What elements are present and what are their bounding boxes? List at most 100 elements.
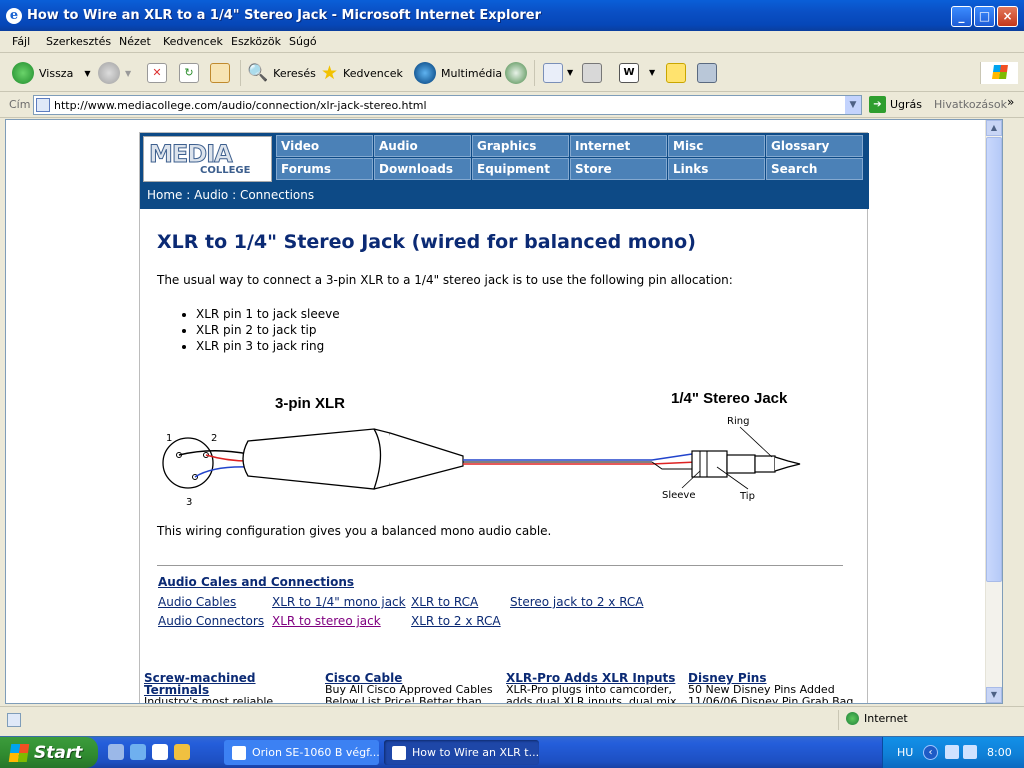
- ie-window: e How to Wire an XLR to a 1/4" Stereo Ja…: [0, 0, 1024, 736]
- minimize-button[interactable]: _: [951, 6, 972, 27]
- address-input[interactable]: http://www.mediacollege.com/audio/connec…: [33, 95, 862, 115]
- page-icon: [36, 98, 50, 112]
- clock: 8:00: [987, 746, 1012, 759]
- mail-icon[interactable]: [543, 63, 563, 83]
- desktop-icon[interactable]: [108, 744, 124, 760]
- nav-internet[interactable]: Internet: [570, 135, 667, 157]
- nav-misc[interactable]: Misc: [668, 135, 765, 157]
- volume-icon[interactable]: [963, 745, 977, 759]
- forward-dropdown-icon: ▼: [125, 68, 132, 78]
- search-button[interactable]: 🔍 Keresés: [247, 60, 316, 86]
- media-quicklaunch-icon[interactable]: [174, 744, 190, 760]
- security-zone[interactable]: Internet: [846, 712, 908, 725]
- menu-favorites[interactable]: Kedvencek: [163, 35, 223, 48]
- nav-links[interactable]: Links: [668, 158, 765, 180]
- research-icon[interactable]: [697, 63, 717, 83]
- home-icon[interactable]: [210, 63, 230, 83]
- window-title: How to Wire an XLR to a 1/4" Stereo Jack…: [27, 8, 542, 23]
- pin-1-label: 1: [166, 433, 172, 444]
- media-button[interactable]: Multimédia: [414, 60, 502, 86]
- link-xlr-rca[interactable]: XLR to RCA: [411, 595, 478, 609]
- nav-search[interactable]: Search: [766, 158, 863, 180]
- edit-dropdown-icon[interactable]: ▼: [649, 68, 655, 77]
- ie-task-icon: [232, 745, 246, 760]
- tray-expand-icon[interactable]: ‹: [923, 745, 938, 760]
- refresh-icon[interactable]: ↻: [179, 63, 199, 83]
- nav-audio[interactable]: Audio: [374, 135, 471, 157]
- go-button[interactable]: ➔ Ugrás: [869, 96, 922, 113]
- media-label: Multimédia: [441, 66, 503, 80]
- scroll-thumb[interactable]: [986, 137, 1002, 582]
- menu-view[interactable]: Nézet: [119, 35, 151, 48]
- status-bar: Internet: [0, 706, 1024, 732]
- intro-text: The usual way to connect a 3-pin XLR to …: [157, 273, 733, 287]
- nav-video[interactable]: Video: [276, 135, 373, 157]
- tip-label: Tip: [739, 491, 755, 502]
- links-chevron-icon[interactable]: »: [1007, 95, 1014, 109]
- ad-block: Disney Pins 50 New Disney Pins Added 11/…: [688, 672, 863, 703]
- ad-title-link[interactable]: Screw-machined Terminals: [144, 672, 314, 696]
- menu-help[interactable]: Súgó: [289, 35, 317, 48]
- menu-tools[interactable]: Eszközök: [231, 35, 281, 48]
- favorites-button[interactable]: ★ Kedvencek: [321, 60, 403, 86]
- windows-flag-icon: [8, 743, 30, 762]
- word-edit-icon[interactable]: W: [619, 63, 639, 83]
- note-icon[interactable]: [666, 63, 686, 83]
- address-url[interactable]: http://www.mediacollege.com/audio/connec…: [54, 99, 427, 112]
- breadcrumb-separator: :: [232, 188, 237, 202]
- link-audio-connectors[interactable]: Audio Connectors: [158, 614, 264, 628]
- sleeve-label: Sleeve: [662, 490, 696, 501]
- close-button[interactable]: ×: [997, 6, 1018, 27]
- nav-graphics[interactable]: Graphics: [472, 135, 569, 157]
- link-audio-cables[interactable]: Audio Cables: [158, 595, 236, 609]
- word-quicklaunch-icon[interactable]: [152, 744, 168, 760]
- breadcrumb-home[interactable]: Home: [147, 188, 182, 202]
- links-button[interactable]: Hivatkozások: [934, 98, 1007, 111]
- ie-quicklaunch-icon[interactable]: [130, 744, 146, 760]
- nav-forums[interactable]: Forums: [276, 158, 373, 180]
- nav-downloads[interactable]: Downloads: [374, 158, 471, 180]
- address-label: Cím: [9, 98, 31, 111]
- scroll-up-icon[interactable]: ▲: [986, 120, 1002, 136]
- ad-body: Industry's most reliable: [144, 695, 274, 704]
- wiring-diagram: 3-pin XLR 1/4" Stereo Jack 1 2 3 Ring Sl…: [162, 390, 801, 506]
- logo-main-text: MEDIA: [149, 140, 234, 169]
- tray-app-icon[interactable]: [945, 745, 959, 759]
- link-stereo-jack-rca[interactable]: Stereo jack to 2 x RCA: [510, 595, 644, 609]
- xlr-label: 3-pin XLR: [275, 395, 345, 412]
- link-xlr-stereo-jack[interactable]: XLR to stereo jack: [272, 614, 381, 628]
- start-button[interactable]: Start: [0, 737, 98, 768]
- breadcrumb-connections[interactable]: Connections: [240, 188, 314, 202]
- print-icon[interactable]: [582, 63, 602, 83]
- back-dropdown-icon[interactable]: ▼: [84, 69, 90, 78]
- star-icon: ★: [321, 62, 339, 84]
- nav-glossary[interactable]: Glossary: [766, 135, 863, 157]
- title-bar[interactable]: e How to Wire an XLR to a 1/4" Stereo Ja…: [0, 0, 1024, 31]
- language-indicator[interactable]: HU: [897, 746, 913, 759]
- nav-equipment[interactable]: Equipment: [472, 158, 569, 180]
- go-label: Ugrás: [890, 98, 923, 111]
- taskbar-item-active[interactable]: How to Wire an XLR t...: [384, 740, 539, 765]
- link-xlr-2-rca[interactable]: XLR to 2 x RCA: [411, 614, 501, 628]
- address-bar: Cím http://www.mediacollege.com/audio/co…: [0, 92, 1024, 118]
- menu-edit[interactable]: Szerkesztés: [46, 35, 111, 48]
- divider: [157, 565, 843, 566]
- back-button[interactable]: Vissza ▼: [12, 60, 90, 86]
- related-title-link[interactable]: Audio Cales and Connections: [158, 575, 354, 589]
- mail-dropdown-icon[interactable]: ▼: [567, 68, 573, 77]
- menu-bar: Fájl Szerkesztés Nézet Kedvencek Eszközö…: [0, 31, 1024, 84]
- link-xlr-mono-jack[interactable]: XLR to 1/4" mono jack: [272, 595, 406, 609]
- task-label: How to Wire an XLR t...: [412, 746, 539, 759]
- nav-store[interactable]: Store: [570, 158, 667, 180]
- stop-icon[interactable]: ✕: [147, 63, 167, 83]
- vertical-scrollbar[interactable]: ▲ ▼: [985, 120, 1002, 703]
- history-icon[interactable]: [505, 62, 527, 84]
- menu-file[interactable]: Fájl: [12, 35, 30, 48]
- breadcrumb-audio[interactable]: Audio: [194, 188, 228, 202]
- address-dropdown-icon[interactable]: ▼: [845, 96, 861, 114]
- scroll-down-icon[interactable]: ▼: [986, 687, 1002, 703]
- maximize-button[interactable]: □: [974, 6, 995, 27]
- taskbar-item[interactable]: Orion SE-1060 B végf...: [224, 740, 379, 765]
- site-logo[interactable]: MEDIA COLLEGE: [143, 136, 272, 182]
- forward-button[interactable]: ▼: [98, 60, 131, 86]
